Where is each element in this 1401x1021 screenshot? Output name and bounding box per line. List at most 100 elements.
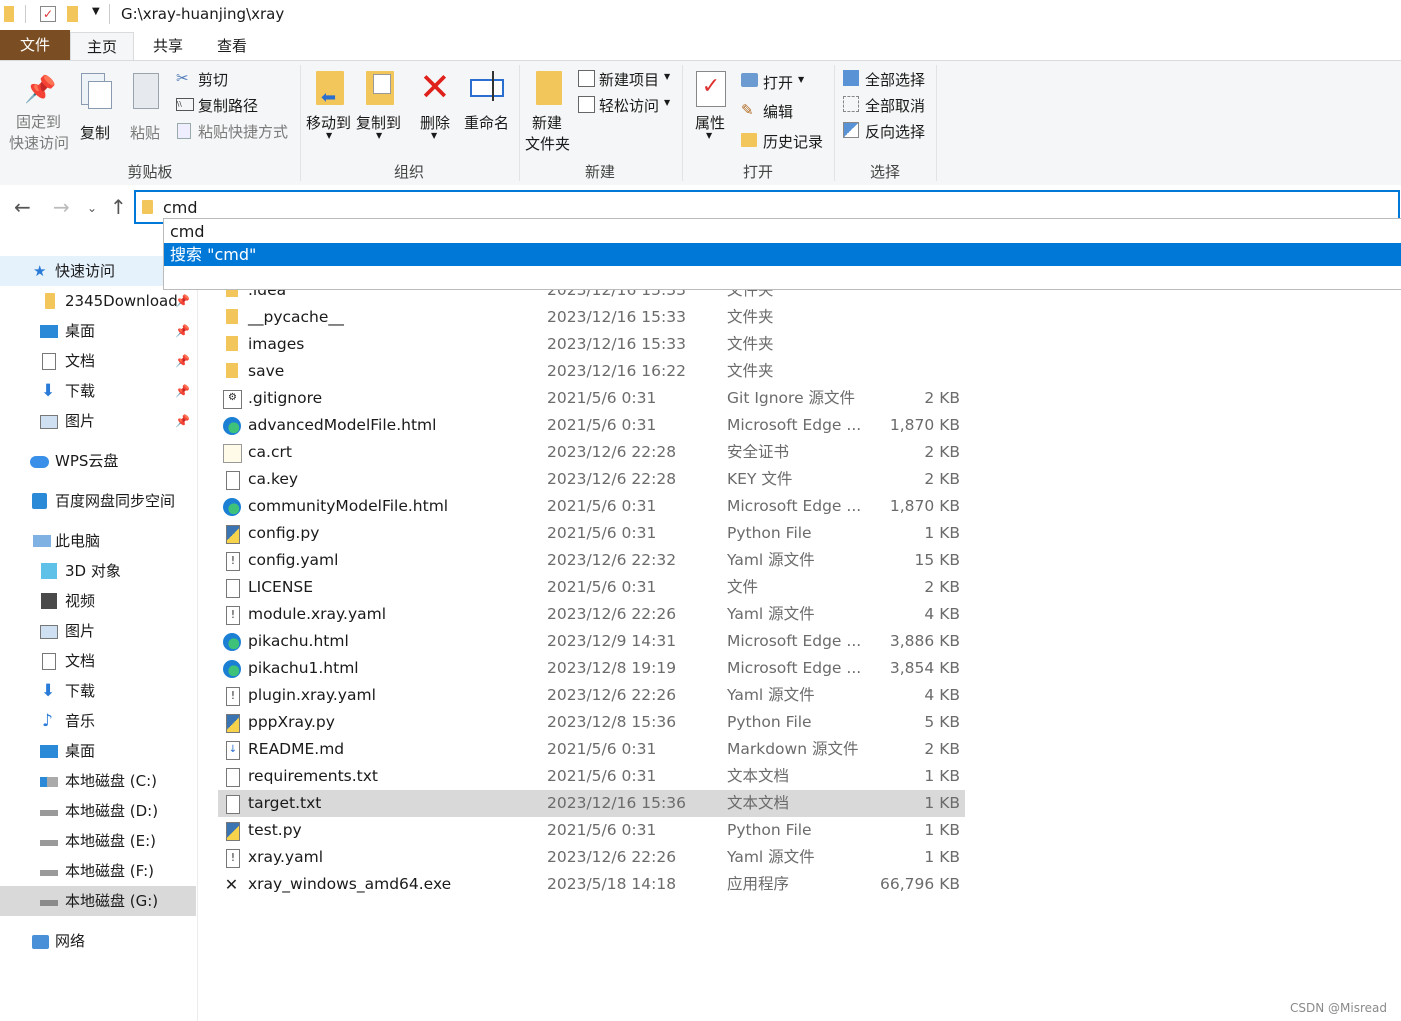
pin-icon[interactable]: 📌 <box>175 346 190 376</box>
sidebar-wps-cloud[interactable]: WPS云盘 <box>0 446 196 476</box>
pin-icon[interactable]: 📌 <box>175 376 190 406</box>
select-none-label: 全部取消 <box>865 97 926 115</box>
sidebar-drive-g[interactable]: 本地磁盘 (G:) <box>0 886 196 916</box>
delete-button[interactable]: ✕ 删除 ▼ <box>415 65 457 145</box>
select-none-icon <box>843 96 859 112</box>
sidebar-item-3d-objects[interactable]: 3D 对象 <box>0 556 196 586</box>
file-row[interactable]: config.py 2021/5/6 0:31 Python File 1 KB <box>218 520 965 547</box>
pin-to-quick-access-button[interactable]: 📌 固定到 快速访问 <box>8 71 72 153</box>
file-row[interactable]: pppXray.py 2023/12/8 15:36 Python File 5 KB <box>218 709 965 736</box>
computer-icon <box>33 535 51 547</box>
sidebar-baidu-netdisk[interactable]: 百度网盘同步空间 <box>0 486 196 516</box>
text-file-icon <box>226 768 240 787</box>
customize-quick-access-icon[interactable]: ▼ <box>92 6 100 17</box>
new-folder-icon[interactable] <box>67 6 78 22</box>
file-date: 2021/5/6 0:31 <box>547 416 657 434</box>
file-date: 2021/5/6 0:31 <box>547 524 657 542</box>
sidebar-item-downloads-pc[interactable]: ⬇ 下载 <box>0 676 196 706</box>
sidebar-drive-e[interactable]: 本地磁盘 (E:) <box>0 826 196 856</box>
file-row[interactable]: communityModelFile.html 2021/5/6 0:31 Micr… <box>218 493 965 520</box>
file-row[interactable]: save 2023/12/16 16:22 文件夹 <box>218 358 965 385</box>
copy-to-button[interactable]: 复制到 ▼ <box>355 69 405 145</box>
paste-button[interactable]: 粘贴 <box>126 71 166 142</box>
forward-arrow-icon[interactable]: → <box>53 195 70 219</box>
sidebar-item-music[interactable]: ♪ 音乐 <box>0 706 196 736</box>
chevron-down-icon: ▼ <box>431 131 438 140</box>
move-to-button[interactable]: ⬅ 移动到 ▼ <box>305 69 355 145</box>
pin-icon[interactable]: 📌 <box>175 286 190 316</box>
file-row[interactable]: ! module.xray.yaml 2023/12/6 22:26 Yaml 源文件… <box>218 601 965 628</box>
exe-icon: ✕ <box>224 875 239 894</box>
sidebar-item-desktop[interactable]: 桌面 📌 <box>0 316 196 346</box>
sidebar-item-downloads[interactable]: ⬇ 下载 📌 <box>0 376 196 406</box>
sidebar-this-pc[interactable]: 此电脑 <box>0 526 196 556</box>
yaml-icon: ! <box>226 687 240 706</box>
file-row[interactable]: __pycache__ 2023/12/16 15:33 文件夹 <box>218 304 965 331</box>
file-row[interactable]: pikachu.html 2023/12/9 14:31 Microsoft Edg… <box>218 628 965 655</box>
file-row[interactable]: test.py 2021/5/6 0:31 Python File 1 KB <box>218 817 965 844</box>
file-icon <box>226 579 240 598</box>
properties-button[interactable]: ✓ 属性 ▼ <box>690 69 732 151</box>
sidebar-network[interactable]: 网络 <box>0 926 196 956</box>
file-date: 2021/5/6 0:31 <box>547 740 657 758</box>
file-row[interactable]: ! xray.yaml 2023/12/6 22:26 Yaml 源文件 1 KB <box>218 844 965 871</box>
yaml-icon: ! <box>226 552 240 571</box>
sidebar-item-label: 2345Download <box>65 292 178 310</box>
tab-share[interactable]: 共享 <box>138 32 198 60</box>
file-type: Yaml 源文件 <box>727 551 815 569</box>
autocomplete-search-item[interactable]: 搜索 "cmd" <box>164 243 1401 266</box>
file-date: 2023/12/16 15:33 <box>547 308 686 326</box>
file-row[interactable]: ✕ xray_windows_amd64.exe 2023/5/18 14:18 应用… <box>218 871 965 898</box>
sidebar-item-documents[interactable]: 文档 📌 <box>0 346 196 376</box>
file-row[interactable]: ! plugin.xray.yaml 2023/12/6 22:26 Yaml 源文件… <box>218 682 965 709</box>
sidebar-item-videos[interactable]: 视频 <box>0 586 196 616</box>
recent-locations-chevron-icon[interactable]: ⌄ <box>87 201 97 215</box>
new-folder-button[interactable]: 新建 文件夹 <box>524 69 576 153</box>
3d-objects-icon <box>41 563 57 579</box>
sidebar-drive-d[interactable]: 本地磁盘 (D:) <box>0 796 196 826</box>
file-size: 1,870 KB <box>889 497 960 515</box>
file-type: 文本文档 <box>727 794 790 812</box>
file-row[interactable]: pikachu1.html 2023/12/8 19:19 Microsoft Ed… <box>218 655 965 682</box>
file-row[interactable]: advancedModelFile.html 2021/5/6 0:31 Micro… <box>218 412 965 439</box>
tab-view[interactable]: 查看 <box>202 32 262 60</box>
file-row[interactable]: images 2023/12/16 15:33 文件夹 <box>218 331 965 358</box>
rename-button[interactable]: 重命名 <box>462 69 514 145</box>
pin-icon[interactable]: 📌 <box>175 316 190 346</box>
up-arrow-icon[interactable]: ↑ <box>110 195 127 219</box>
file-row[interactable]: target.txt 2023/12/16 15:36 文本文档 1 KB <box>218 790 965 817</box>
file-row[interactable]: LICENSE 2021/5/6 0:31 文件 2 KB <box>218 574 965 601</box>
sidebar-item-pictures[interactable]: 图片 📌 <box>0 406 196 436</box>
file-row[interactable]: ! config.yaml 2023/12/6 22:32 Yaml 源文件 15 KB <box>218 547 965 574</box>
address-input[interactable]: cmd <box>163 198 198 217</box>
file-name: config.py <box>248 524 320 542</box>
properties-check-icon[interactable]: ✓ <box>40 6 56 22</box>
desktop-icon <box>40 325 58 338</box>
sidebar-drive-c[interactable]: 本地磁盘 (C:) <box>0 766 196 796</box>
file-row[interactable]: ca.key 2023/12/6 22:28 KEY 文件 2 KB <box>218 466 965 493</box>
tab-file[interactable]: 文件 <box>0 30 70 60</box>
tab-home[interactable]: 主页 <box>70 32 134 62</box>
sidebar-item-documents-pc[interactable]: 文档 <box>0 646 196 676</box>
python-icon <box>226 822 240 841</box>
edit-label: 编辑 <box>763 103 794 121</box>
file-date: 2023/12/6 22:32 <box>547 551 677 569</box>
back-arrow-icon[interactable]: ← <box>14 195 31 219</box>
sidebar-item-label: 下载 <box>65 682 96 700</box>
pin-icon[interactable]: 📌 <box>175 406 190 436</box>
rename-label: 重命名 <box>464 114 510 132</box>
sidebar-item-pictures-pc[interactable]: 图片 <box>0 616 196 646</box>
file-row[interactable]: requirements.txt 2021/5/6 0:31 文本文档 1 KB <box>218 763 965 790</box>
file-row[interactable]: ↓ README.md 2021/5/6 0:31 Markdown 源文件 2 KB <box>218 736 965 763</box>
sidebar-drive-f[interactable]: 本地磁盘 (F:) <box>0 856 196 886</box>
file-size: 1 KB <box>924 767 960 785</box>
python-icon <box>226 714 240 733</box>
autocomplete-item[interactable]: cmd <box>164 220 1401 243</box>
file-row[interactable]: ca.crt 2023/12/6 22:28 安全证书 2 KB <box>218 439 965 466</box>
file-name: save <box>248 362 285 380</box>
sidebar-item-2345download[interactable]: 2345Download 📌 <box>0 286 196 316</box>
file-date: 2023/12/16 15:33 <box>547 335 686 353</box>
file-row[interactable]: ⚙ .gitignore 2021/5/6 0:31 Git Ignore 源文件 2 … <box>218 385 965 412</box>
sidebar-item-desktop-pc[interactable]: 桌面 <box>0 736 196 766</box>
copy-button[interactable]: 复制 <box>76 71 116 142</box>
